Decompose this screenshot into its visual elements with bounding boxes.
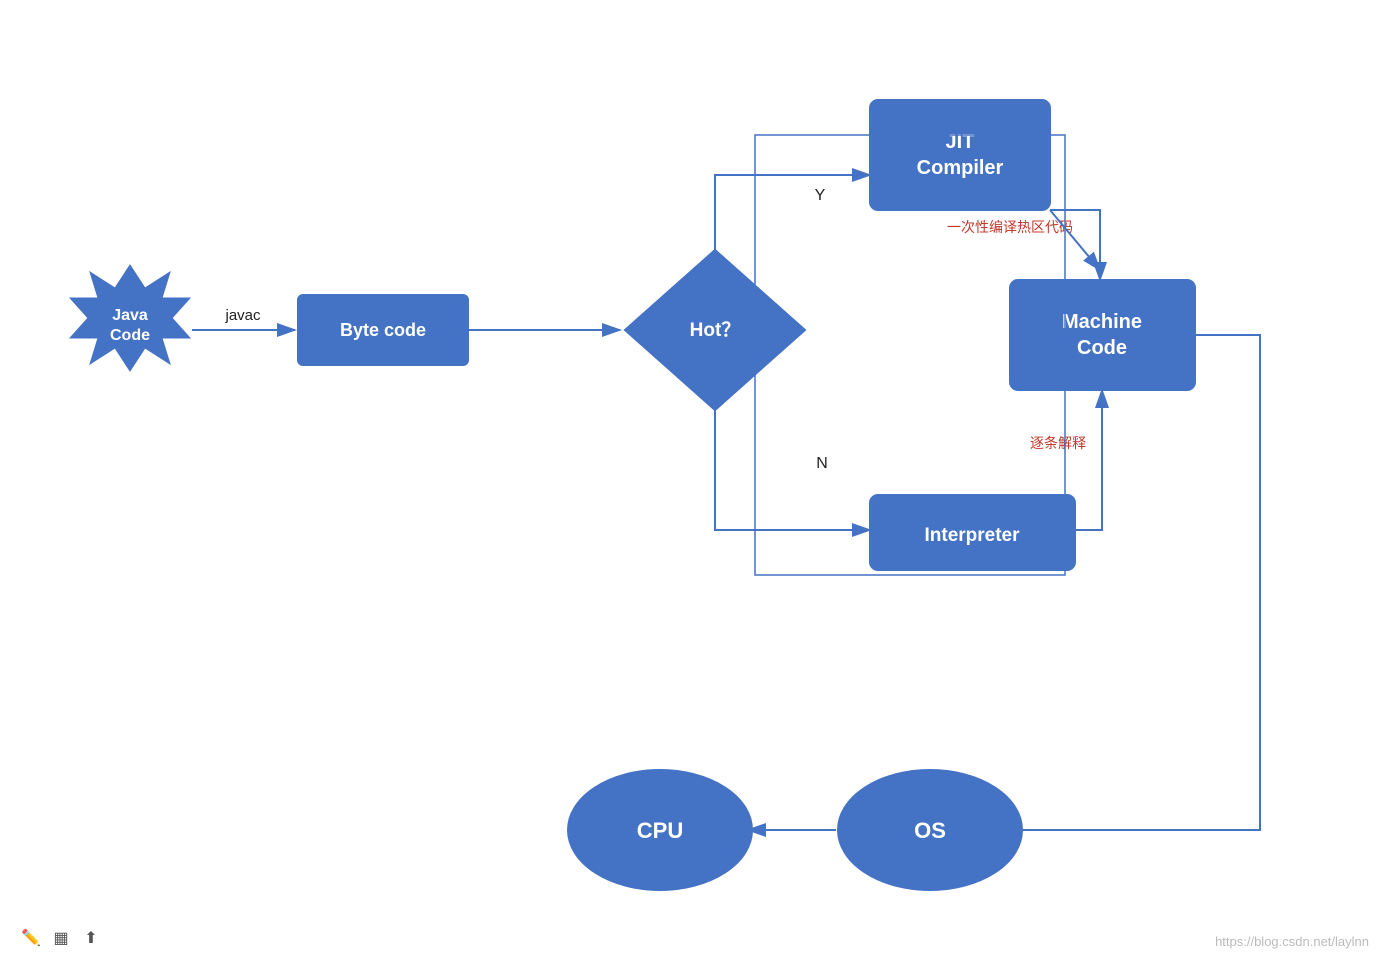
cpu-label: CPU — [637, 818, 683, 843]
n-label: N — [816, 455, 828, 472]
export-icon[interactable]: ⬆ — [80, 927, 102, 949]
arrow-hot-to-jit — [715, 175, 870, 250]
java-code-label2: Code — [110, 327, 150, 344]
byte-code-label: Byte code — [340, 320, 426, 340]
os-label: OS — [914, 818, 946, 843]
y-label: Y — [815, 187, 826, 204]
jit-compiler-rect — [870, 100, 1050, 210]
jit-label2: Compiler — [917, 157, 1004, 179]
arrow-interp-to-machine — [1075, 390, 1102, 530]
diagram-container: Java Code javac Byte code Hot？ Y JIT Com… — [0, 0, 1389, 967]
watermark: https://blog.csdn.net/laylnn — [1215, 934, 1369, 949]
arrow-jit-to-machine — [1050, 210, 1100, 270]
table-icon[interactable]: ▦ — [50, 927, 72, 949]
arrow-hot-to-interp — [715, 410, 870, 530]
arrow-machine-to-os — [1000, 335, 1260, 830]
toolbar: ✏️ ▦ ⬆ — [20, 927, 102, 949]
java-code-label: Java — [112, 307, 148, 324]
javac-label: javac — [224, 307, 261, 324]
interp-chinese-note: 逐条解释 — [1030, 435, 1086, 451]
machine-label2: Code — [1077, 337, 1127, 359]
hot-label: Hot？ — [690, 320, 741, 341]
machine-code-rect — [1010, 280, 1195, 390]
machine-label1: Machine — [1062, 311, 1142, 333]
edit-icon[interactable]: ✏️ — [20, 927, 42, 949]
jit-chinese-note: 一次性编译热区代码 — [947, 219, 1073, 235]
interpreter-label: Interpreter — [924, 525, 1020, 546]
flowchart-svg: Java Code javac Byte code Hot？ Y JIT Com… — [0, 0, 1389, 967]
